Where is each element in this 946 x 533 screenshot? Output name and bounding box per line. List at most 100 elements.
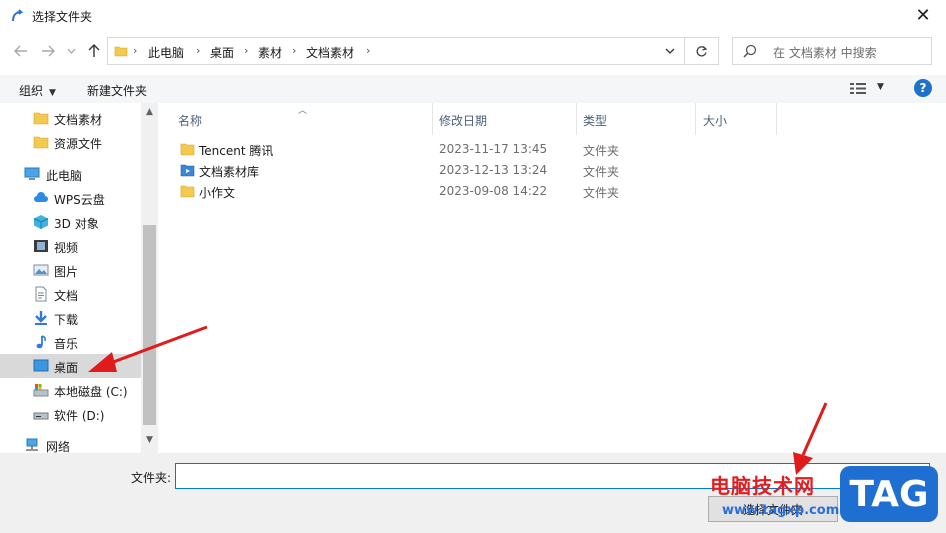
breadcrumb-separator: › bbox=[196, 44, 201, 57]
nav-item-downloads[interactable]: 下载 bbox=[0, 306, 141, 330]
navigation-scrollbar[interactable]: ▲ ▼ bbox=[141, 103, 158, 453]
nav-item-label: 3D 对象 bbox=[54, 217, 99, 231]
forward-button[interactable] bbox=[37, 40, 59, 62]
address-bar[interactable]: › 此电脑 › 桌面 › 素材 › 文档素材 › bbox=[107, 37, 685, 65]
breadcrumb-sucai[interactable]: 素材 bbox=[258, 44, 282, 61]
file-row[interactable]: 文档素材库 2023-12-13 13:24 文件夹 bbox=[174, 160, 794, 181]
watermark-badge: TAG bbox=[840, 466, 938, 522]
nav-item-label: 文档素材 bbox=[54, 113, 103, 127]
organize-label: 组织 bbox=[19, 84, 44, 98]
file-type: 文件夹 bbox=[583, 144, 620, 158]
nav-item-label: 软件 (D:) bbox=[54, 409, 105, 423]
back-button[interactable] bbox=[10, 40, 32, 62]
folder-name-input[interactable] bbox=[175, 463, 930, 489]
folder-icon bbox=[180, 143, 195, 156]
nav-item-label: 图片 bbox=[54, 265, 79, 279]
nav-item-documents[interactable]: 文档 bbox=[0, 282, 141, 306]
file-name: 小作文 bbox=[199, 186, 236, 200]
breadcrumb-this-pc[interactable]: 此电脑 bbox=[148, 44, 184, 61]
file-name: 文档素材库 bbox=[199, 165, 260, 179]
search-box[interactable]: 在 文档素材 中搜索 bbox=[732, 37, 932, 65]
file-row[interactable]: 小作文 2023-09-08 14:22 文件夹 bbox=[174, 181, 794, 202]
nav-item-this-pc[interactable]: 此电脑 bbox=[0, 162, 141, 186]
nav-item-label: 文档 bbox=[54, 289, 79, 303]
nav-item-videos[interactable]: 视频 bbox=[0, 234, 141, 258]
watermark-site-name: 电脑技术网 bbox=[710, 474, 815, 498]
music-icon bbox=[36, 335, 46, 349]
file-date: 2023-09-08 14:22 bbox=[439, 184, 548, 198]
computer-icon bbox=[24, 167, 40, 180]
help-icon[interactable]: ? bbox=[914, 79, 932, 97]
column-header-name[interactable]: 名称 bbox=[178, 103, 202, 135]
folder-icon bbox=[33, 112, 49, 125]
scroll-down-icon[interactable]: ▼ bbox=[141, 435, 158, 445]
nav-item-pictures[interactable]: 图片 bbox=[0, 258, 141, 282]
view-options-icon[interactable] bbox=[850, 82, 868, 95]
desktop-icon bbox=[33, 359, 49, 372]
nav-item-wps-cloud[interactable]: WPS云盘 bbox=[0, 186, 141, 210]
nav-item-wendang-sucai[interactable]: 文档素材 bbox=[0, 106, 141, 130]
scrollbar-thumb[interactable] bbox=[143, 225, 156, 425]
nav-item-label: 本地磁盘 (C:) bbox=[54, 385, 128, 399]
nav-item-label: 此电脑 bbox=[46, 169, 83, 183]
caret-down-icon: ▼ bbox=[49, 88, 56, 98]
navigation-pane: 文档素材 资源文件 此电脑 WPS云盘 3D 对象 视频 图片 文档 下载 音乐… bbox=[0, 103, 158, 453]
nav-item-network[interactable]: 网络 bbox=[0, 433, 141, 453]
up-button[interactable] bbox=[83, 40, 105, 62]
column-divider[interactable] bbox=[432, 103, 433, 135]
column-divider[interactable] bbox=[576, 103, 577, 135]
column-divider[interactable] bbox=[695, 103, 696, 135]
folder-icon bbox=[33, 136, 49, 149]
breadcrumb-desktop[interactable]: 桌面 bbox=[210, 44, 234, 61]
network-icon bbox=[26, 438, 38, 451]
nav-item-3d-objects[interactable]: 3D 对象 bbox=[0, 210, 141, 234]
nav-item-drive-c[interactable]: 本地磁盘 (C:) bbox=[0, 378, 141, 402]
column-header-type[interactable]: 类型 bbox=[583, 103, 607, 135]
breadcrumb-wendang-sucai[interactable]: 文档素材 bbox=[306, 44, 354, 61]
file-list: ︿ 名称 修改日期 类型 大小 Tencent 腾讯 2023-11-17 13… bbox=[158, 103, 946, 453]
drive-d-icon bbox=[33, 412, 49, 420]
nav-item-drive-d[interactable]: 软件 (D:) bbox=[0, 402, 141, 426]
close-button[interactable]: ✕ bbox=[900, 0, 946, 30]
breadcrumb-separator: › bbox=[244, 44, 249, 57]
arrow-up-icon bbox=[88, 44, 100, 57]
recent-locations-button[interactable] bbox=[60, 40, 82, 62]
nav-item-music[interactable]: 音乐 bbox=[0, 330, 141, 354]
organize-menu[interactable]: 组织 ▼ bbox=[19, 82, 56, 99]
column-divider[interactable] bbox=[776, 103, 777, 135]
cloud-icon bbox=[34, 192, 48, 202]
column-header-date[interactable]: 修改日期 bbox=[439, 103, 487, 135]
window-title: 选择文件夹 bbox=[32, 10, 93, 24]
nav-item-ziyuan-wenjian[interactable]: 资源文件 bbox=[0, 130, 141, 154]
nav-item-label: WPS云盘 bbox=[54, 193, 105, 207]
file-row[interactable]: Tencent 腾讯 2023-11-17 13:45 文件夹 bbox=[174, 139, 794, 160]
watermark-url: www.tagxp.com bbox=[722, 503, 840, 518]
view-dropdown-icon[interactable]: ▼ bbox=[877, 82, 884, 92]
nav-item-label: 视频 bbox=[54, 241, 79, 255]
command-bar: 组织 ▼ 新建文件夹 ▼ ? bbox=[0, 75, 946, 103]
breadcrumb-separator: › bbox=[292, 44, 297, 57]
title-bar: 选择文件夹 ✕ bbox=[0, 0, 946, 32]
scroll-up-icon[interactable]: ▲ bbox=[141, 107, 158, 117]
file-name: Tencent 腾讯 bbox=[199, 144, 274, 158]
file-type: 文件夹 bbox=[583, 186, 620, 200]
folder-icon bbox=[114, 46, 128, 57]
select-folder-dialog: 选择文件夹 ✕ › 此电脑 › 桌面 › 素材 › 文档素材 › 在 文档素材 … bbox=[0, 0, 946, 533]
folder-name-label: 文件夹: bbox=[131, 471, 172, 485]
refresh-button[interactable] bbox=[685, 37, 719, 65]
address-history-button[interactable] bbox=[655, 37, 685, 65]
folder-icon bbox=[180, 185, 195, 198]
sort-ascending-icon: ︿ bbox=[298, 106, 308, 116]
breadcrumb-separator: › bbox=[133, 44, 138, 57]
search-placeholder: 在 文档素材 中搜索 bbox=[773, 46, 877, 60]
library-folder-icon bbox=[180, 164, 195, 177]
nav-item-label: 资源文件 bbox=[54, 137, 103, 151]
nav-item-label: 桌面 bbox=[54, 361, 79, 375]
nav-item-label: 下载 bbox=[54, 313, 79, 327]
cube-icon bbox=[33, 215, 49, 229]
column-header-size[interactable]: 大小 bbox=[703, 103, 727, 135]
new-folder-button[interactable]: 新建文件夹 bbox=[87, 82, 147, 99]
arrow-right-icon bbox=[42, 45, 55, 57]
nav-item-desktop[interactable]: 桌面 bbox=[0, 354, 141, 378]
chevron-down-icon bbox=[67, 48, 75, 54]
